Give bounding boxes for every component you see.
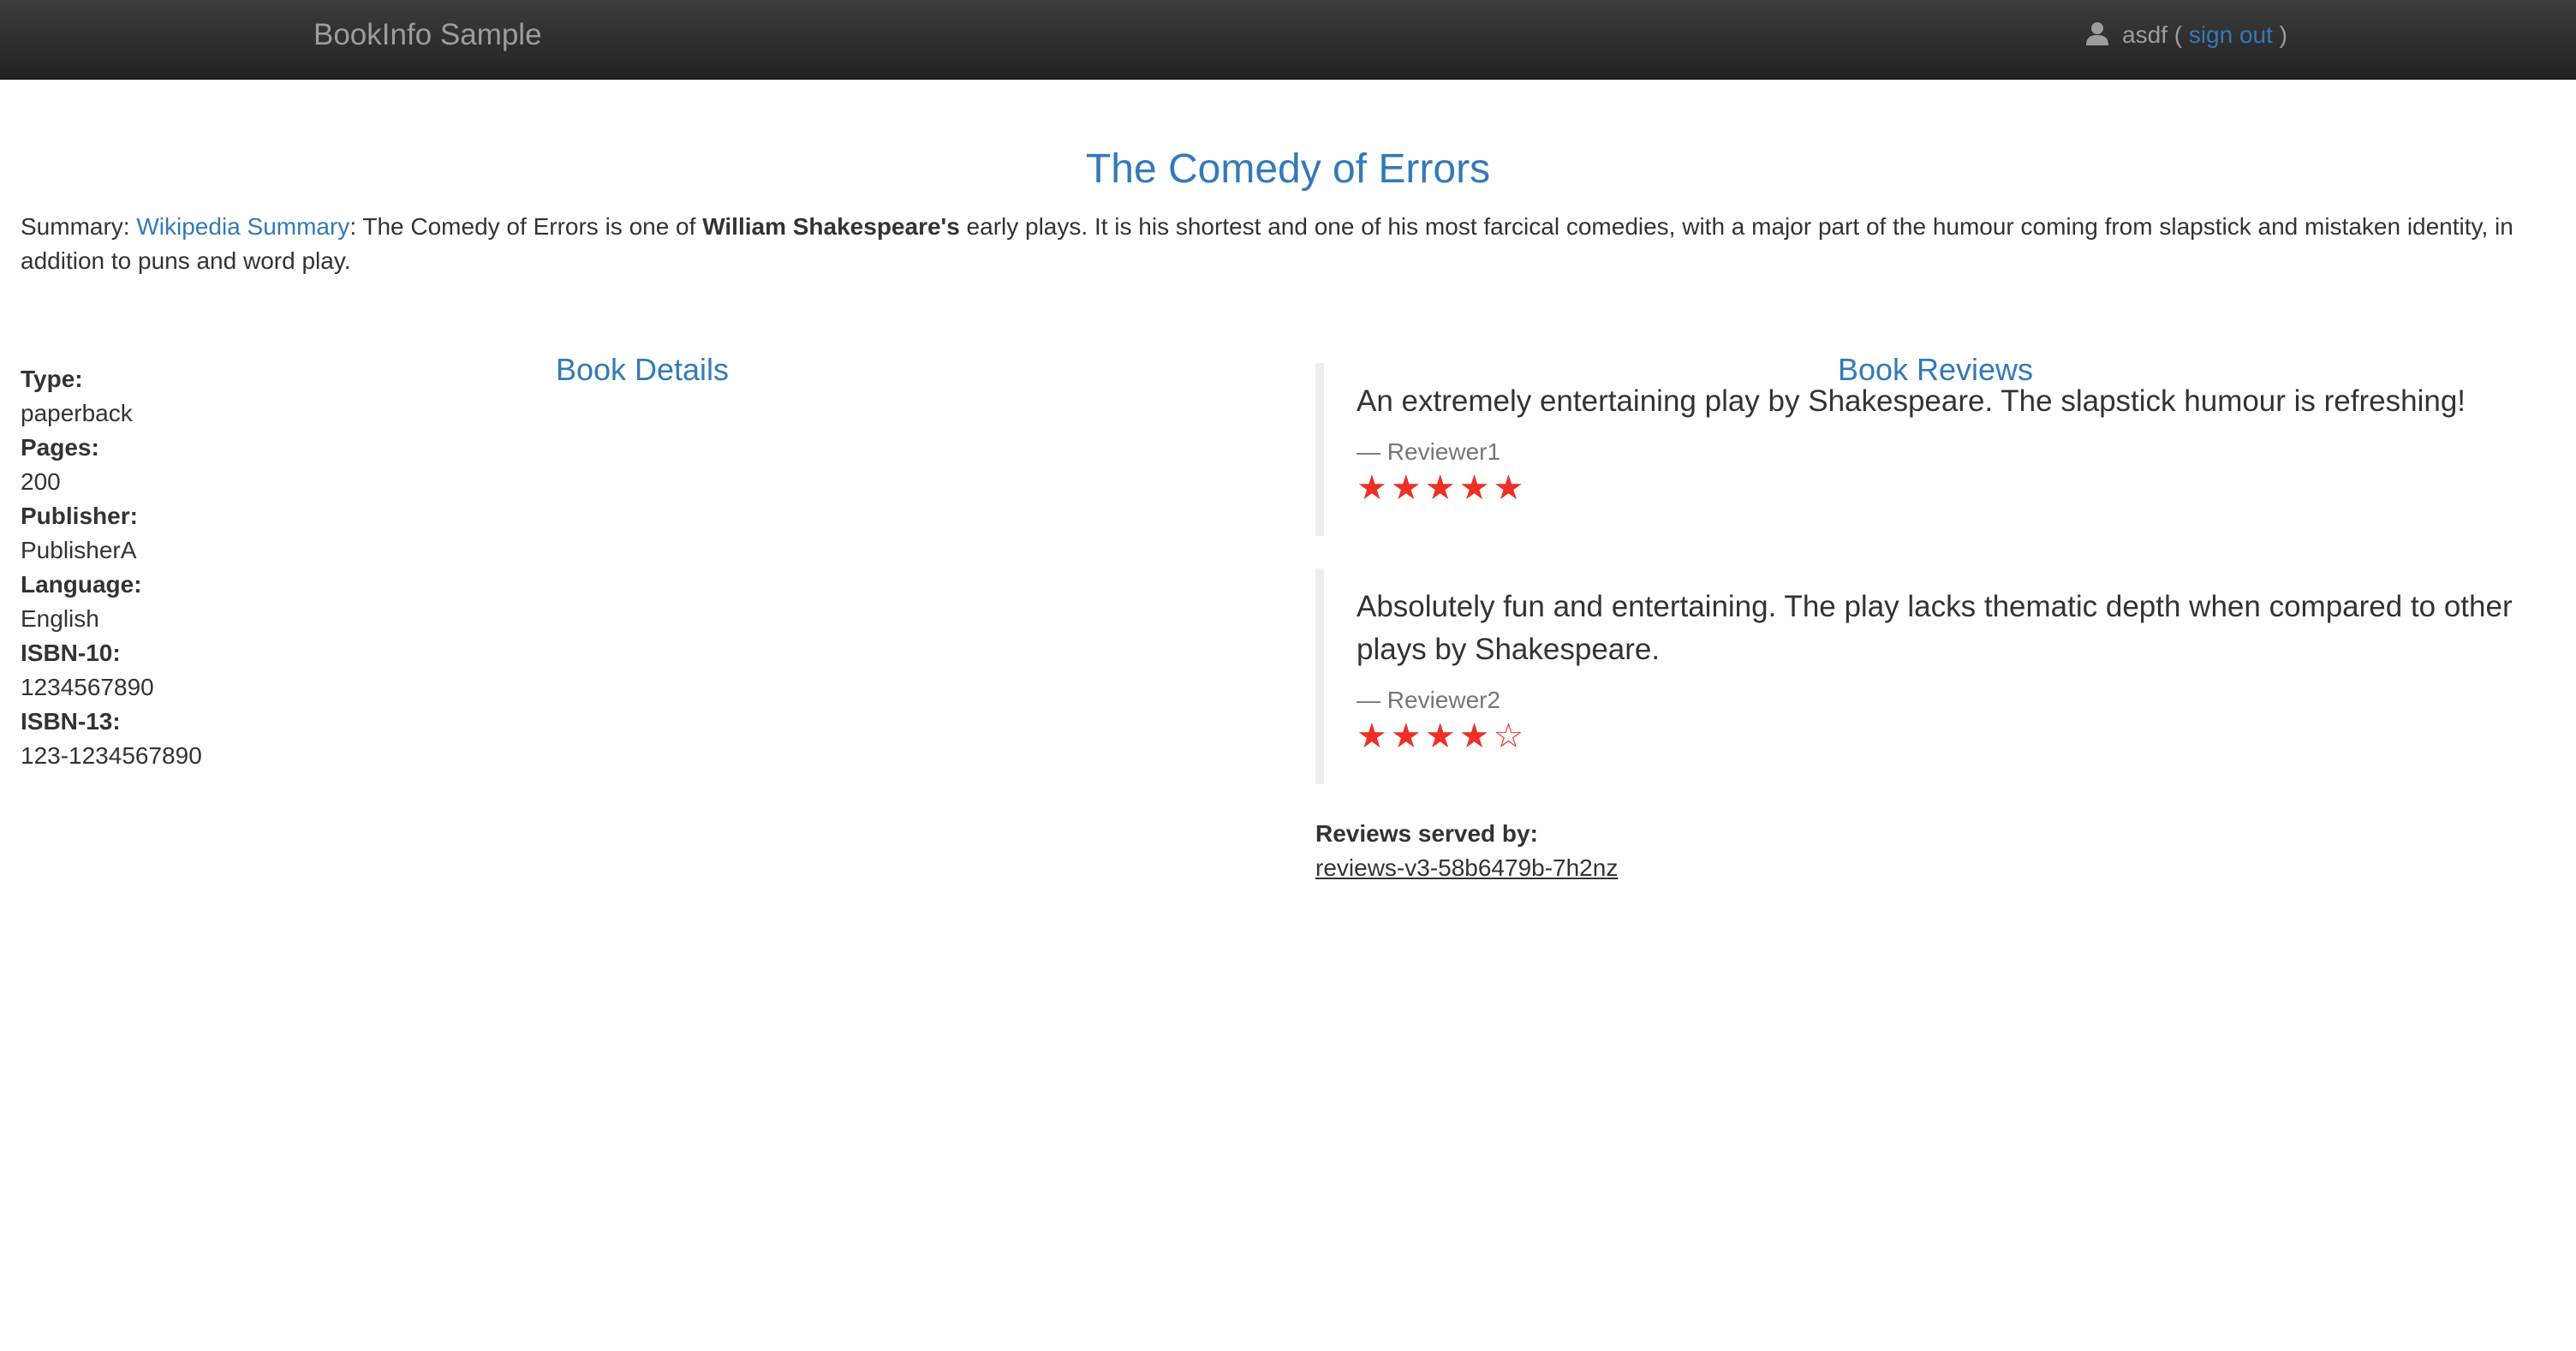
review-card: An extremely entertaining play by Shakes… <box>1315 363 2557 536</box>
reviewer-name: — Reviewer1 <box>1357 438 1501 465</box>
book-details-list: Type: paperback Pages: 200 Publisher: Pu… <box>21 362 202 773</box>
detail-value-type: paperback <box>21 400 133 426</box>
star-rating: ★★★★★ <box>1357 469 2557 507</box>
brand-link[interactable]: BookInfo Sample <box>313 17 542 53</box>
star-filled-icon: ★ <box>1390 469 1425 507</box>
book-title: The Comedy of Errors <box>1085 146 1491 192</box>
star-filled-icon: ★ <box>1458 717 1494 755</box>
detail-value-isbn10: 1234567890 <box>21 674 154 700</box>
user-icon <box>2084 21 2110 46</box>
detail-value-isbn13: 123-1234567890 <box>21 742 202 769</box>
reviewer-name: — Reviewer2 <box>1357 687 1501 713</box>
review-card: Absolutely fun and entertaining. The pla… <box>1315 568 2557 784</box>
summary-author: William Shakespeare's <box>702 213 960 240</box>
detail-label-pages: Pages: <box>21 434 99 461</box>
detail-value-pages: 200 <box>21 468 61 495</box>
reviews-served-by: Reviews served by: reviews-v3-58b6479b-7… <box>1315 817 1618 885</box>
detail-label-type: Type: <box>21 366 83 392</box>
paren-close: ) <box>2272 21 2288 48</box>
summary-text-1: : The Comedy of Errors is one of <box>349 213 703 240</box>
wikipedia-summary-link[interactable]: Wikipedia Summary <box>136 213 349 240</box>
star-filled-icon: ★ <box>1357 469 1391 507</box>
summary-prefix: Summary: <box>21 213 137 240</box>
star-filled-icon: ★ <box>1390 717 1425 755</box>
review-text: An extremely entertaining play by Shakes… <box>1357 384 2466 418</box>
star-filled-icon: ★ <box>1458 469 1494 507</box>
served-by-label: Reviews served by: <box>1315 820 1538 847</box>
navbar: BookInfo Sample asdf ( sign out ) <box>0 0 2576 80</box>
user-box: asdf ( sign out ) <box>2084 19 2287 51</box>
detail-label-language: Language: <box>21 571 142 598</box>
username: asdf <box>2122 21 2168 48</box>
star-filled-icon: ★ <box>1493 469 1528 507</box>
book-summary: Summary: Wikipedia Summary: The Comedy o… <box>21 210 2555 278</box>
star-rating: ★★★★☆ <box>1357 717 2557 755</box>
detail-value-language: English <box>21 605 99 632</box>
star-filled-icon: ★ <box>1424 717 1459 755</box>
star-empty-icon: ☆ <box>1493 717 1528 755</box>
review-text: Absolutely fun and entertaining. The pla… <box>1357 590 2513 666</box>
detail-label-isbn13: ISBN-13: <box>21 708 121 735</box>
paren-open: ( <box>2167 21 2189 48</box>
star-filled-icon: ★ <box>1424 469 1459 507</box>
detail-label-publisher: Publisher: <box>21 503 138 529</box>
detail-value-publisher: PublisherA <box>21 537 137 563</box>
served-by-pod-link[interactable]: reviews-v3-58b6479b-7h2nz <box>1315 854 1618 881</box>
detail-label-isbn10: ISBN-10: <box>21 640 121 666</box>
star-filled-icon: ★ <box>1357 717 1391 755</box>
sign-out-link[interactable]: sign out <box>2189 21 2273 48</box>
